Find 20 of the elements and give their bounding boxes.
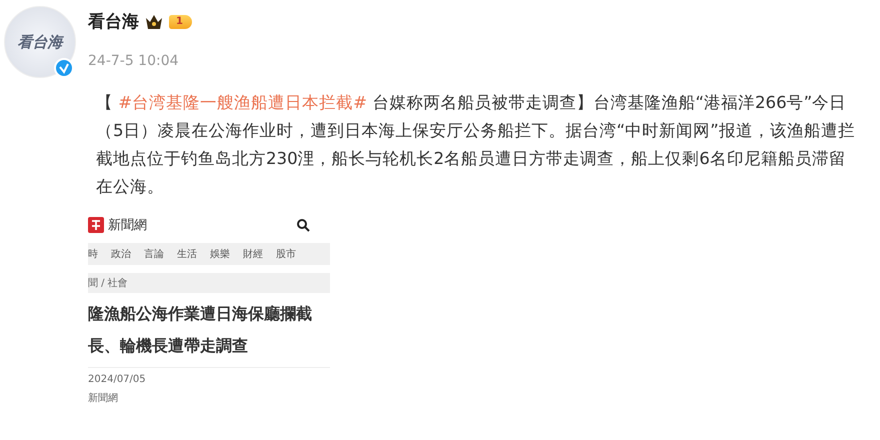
- article-date: 2024/07/05: [88, 374, 147, 385]
- post-text: 【 #台湾基隆一艘渔船遭日本拦截# 台媒称两名船员被带走调查】台湾基隆渔船“港福洋266号”今日（5日）凌晨在公海作业时，遭到日本海上保安厅公务船拦下。据台湾“中时新闻网”报道，该渔船遭拦截地点位于钓鱼岛北方230浬，船长与轮机长2名船员遭日方带走调查，船上仅剩6名印尼籍船员滞留在公海。: [96, 92, 856, 198]
- nav-item[interactable]: 財經: [243, 247, 263, 261]
- crown-icon: [145, 14, 163, 30]
- search-icon[interactable]: [296, 218, 310, 232]
- headline: 隆漁船公海作業遭日海保廳攔截: [88, 303, 313, 325]
- nav-item[interactable]: 政治: [111, 247, 131, 261]
- headline: 長、輪機長遭帶走調查: [88, 335, 249, 357]
- site-name: 新聞網: [108, 217, 147, 234]
- nav-item[interactable]: 娛樂: [210, 247, 230, 261]
- nav-item[interactable]: 生活: [177, 247, 197, 261]
- nav-item[interactable]: 時: [88, 247, 98, 261]
- nav-item[interactable]: 言論: [144, 247, 164, 261]
- breadcrumb: 聞 / 社會: [88, 273, 330, 293]
- avatar[interactable]: 看台海: [4, 6, 76, 78]
- member-level-badge: 1: [169, 14, 192, 28]
- post-time: 24-7-5 10:04: [88, 53, 180, 69]
- article-source: 新聞網: [88, 392, 119, 405]
- nav-item[interactable]: 股市: [276, 247, 296, 261]
- author-name[interactable]: 看台海: [88, 10, 139, 33]
